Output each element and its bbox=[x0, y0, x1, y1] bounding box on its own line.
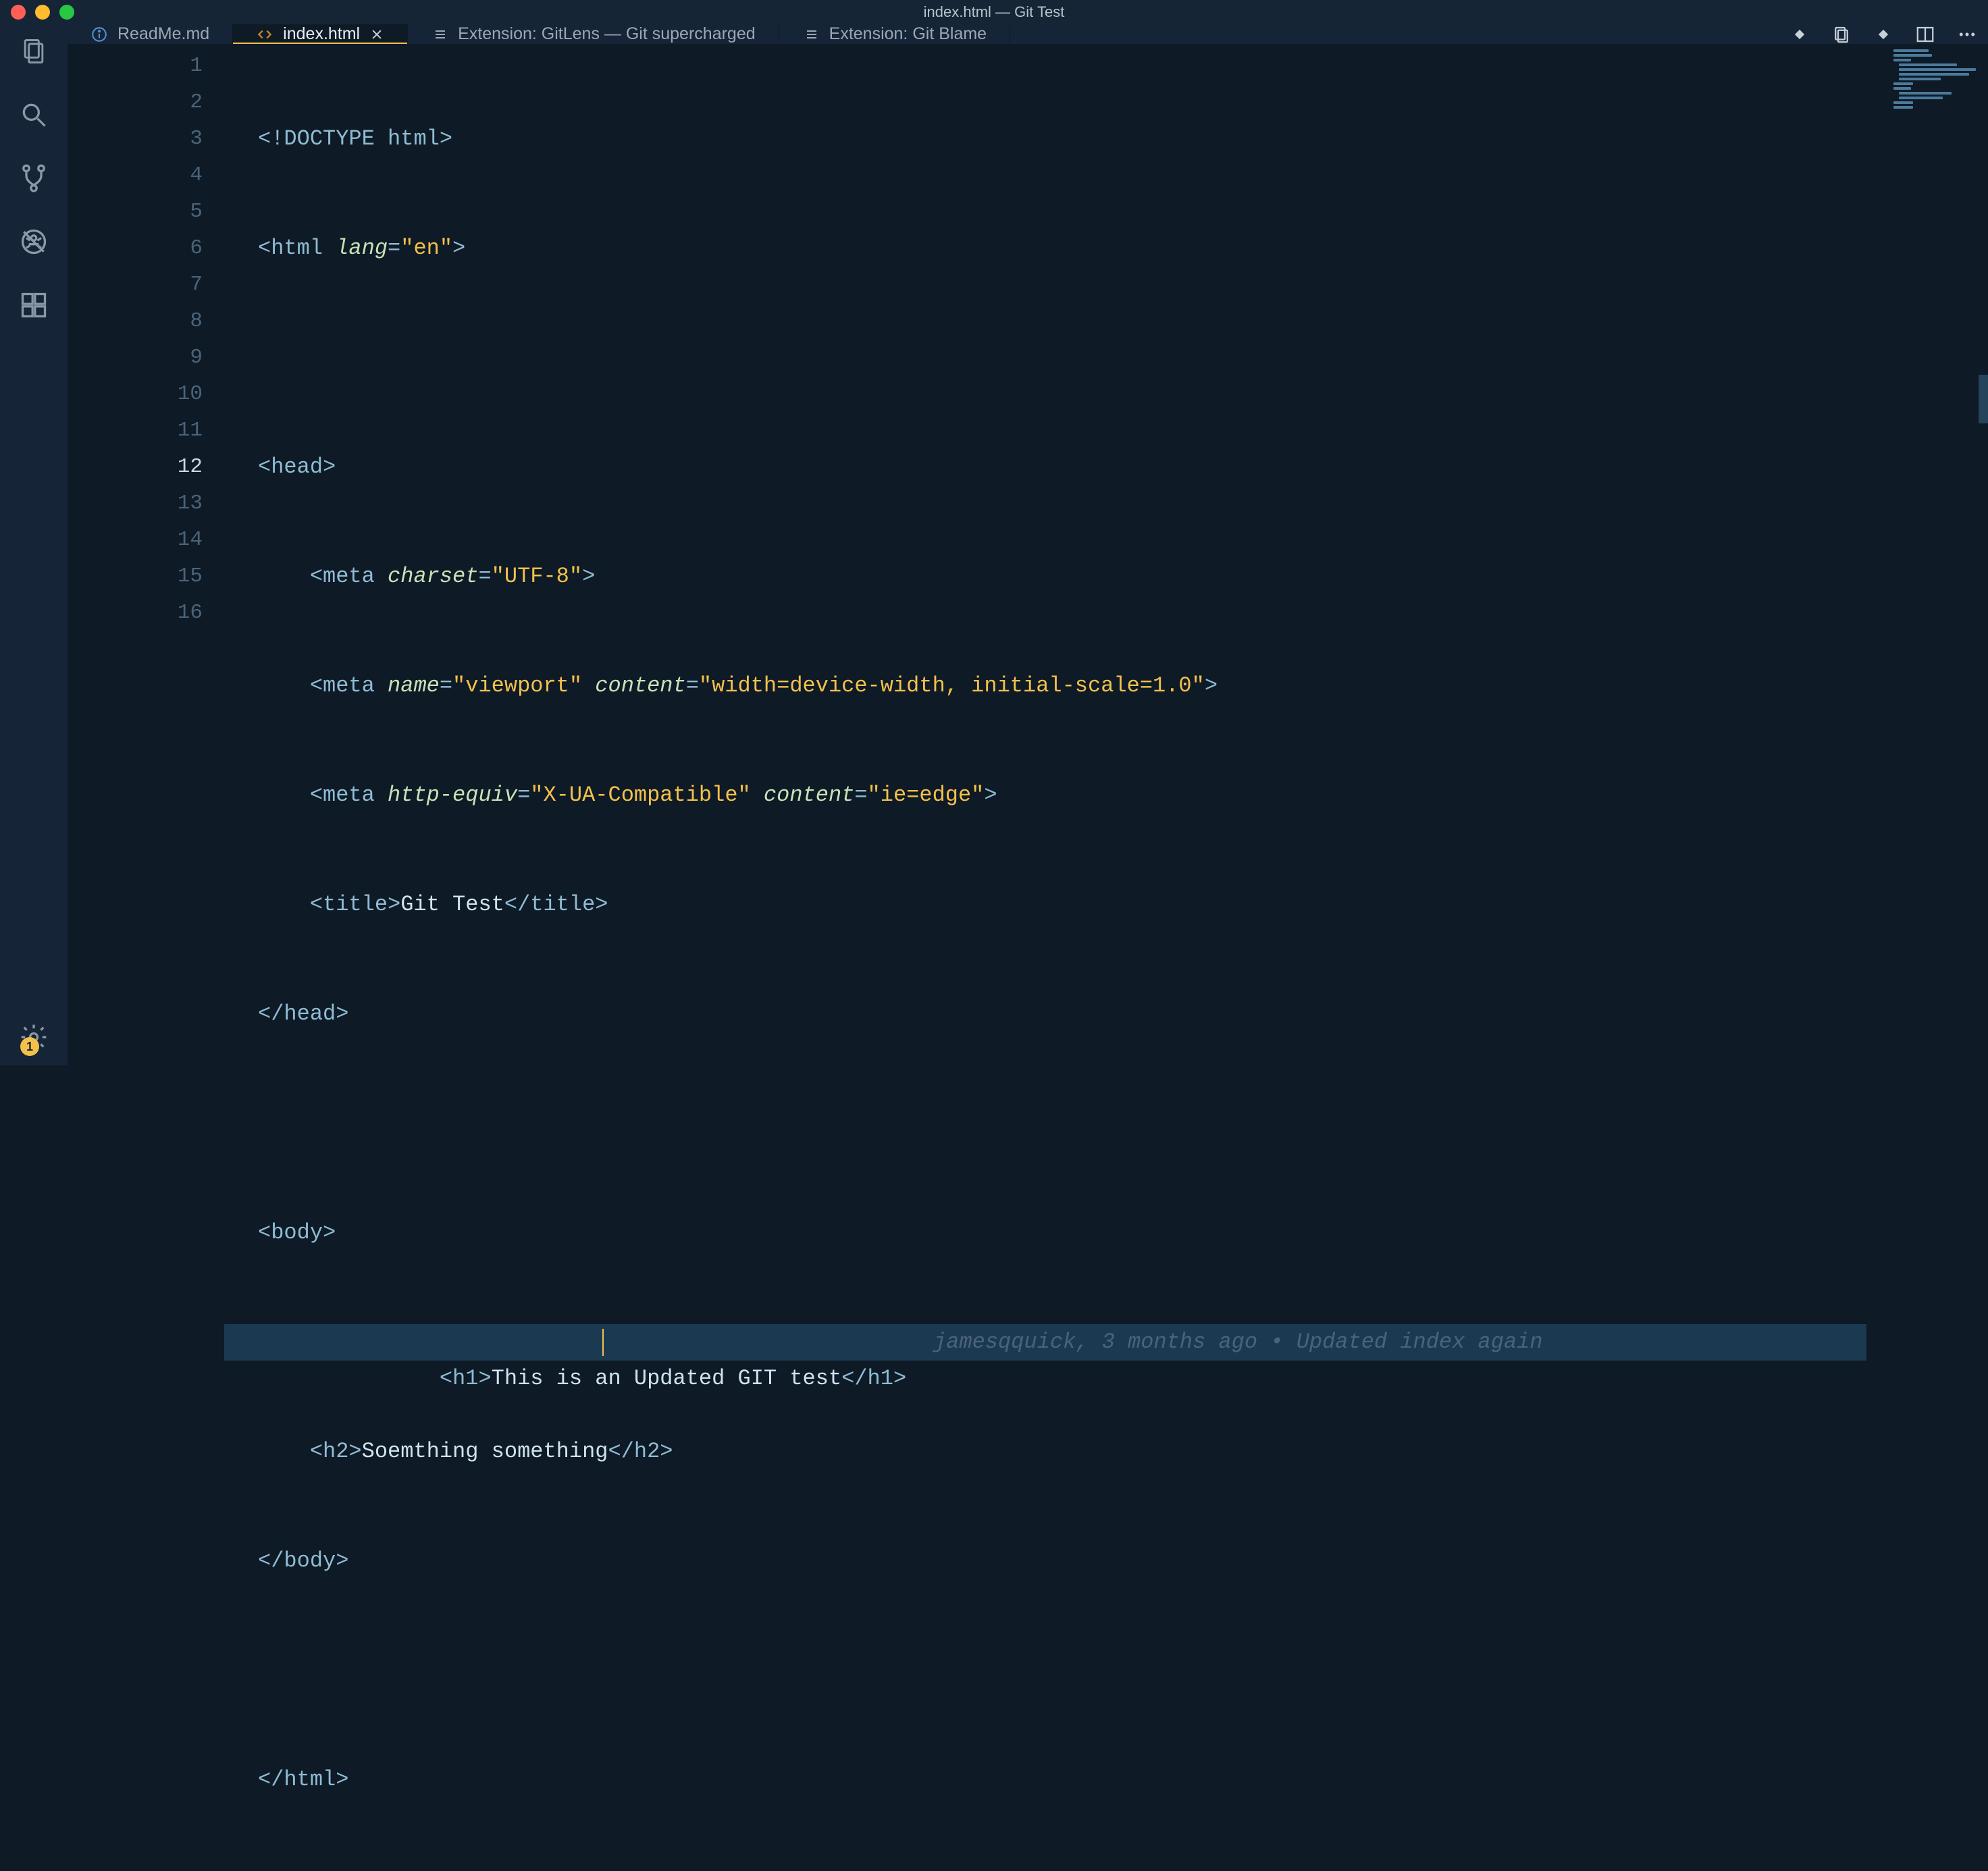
tab-index-html[interactable]: index.html bbox=[233, 24, 408, 44]
tab-label: index.html bbox=[283, 24, 360, 44]
line-number: 2 bbox=[68, 84, 203, 121]
code-line bbox=[224, 340, 1988, 376]
workbench: 1 ReadMe.md index.html bbox=[0, 24, 1988, 1065]
line-number: 5 bbox=[68, 194, 203, 230]
tab-label: Extension: GitLens — Git supercharged bbox=[458, 24, 756, 44]
tab-label: ReadMe.md bbox=[117, 24, 209, 44]
line-number: 11 bbox=[68, 413, 203, 449]
settings-badge: 1 bbox=[20, 1037, 39, 1056]
code-line: </body> bbox=[224, 1543, 1988, 1579]
code-line bbox=[224, 1652, 1988, 1689]
editor-actions bbox=[1788, 24, 1979, 44]
code-line: </head> bbox=[224, 996, 1988, 1032]
tab-label: Extension: Git Blame bbox=[829, 24, 987, 44]
close-icon[interactable] bbox=[369, 27, 384, 42]
code-line: <meta charset="UTF-8"> bbox=[224, 558, 1988, 595]
diamond-icon[interactable] bbox=[1788, 23, 1811, 46]
code-line: <!DOCTYPE html> bbox=[224, 121, 1988, 157]
tab-bar: ReadMe.md index.html Extension: GitLens … bbox=[68, 24, 1988, 44]
list-icon bbox=[802, 26, 820, 43]
list-icon bbox=[431, 26, 448, 43]
tab-readme[interactable]: ReadMe.md bbox=[68, 24, 233, 44]
code-icon bbox=[256, 26, 273, 43]
tab-gitlens[interactable]: Extension: GitLens — Git supercharged bbox=[408, 24, 779, 44]
line-number: 15 bbox=[68, 558, 203, 595]
code-line bbox=[224, 1105, 1988, 1142]
code-line-current: <h1>This is an Updated GIT test</h1> jam… bbox=[224, 1324, 1866, 1361]
info-icon bbox=[90, 26, 108, 43]
line-number-gutter: 1 2 3 4 5 6 7 8 9 10 11 12 13 14 15 16 bbox=[68, 44, 224, 1871]
line-number: 7 bbox=[68, 267, 203, 303]
activity-bar: 1 bbox=[0, 24, 68, 1065]
code-line: <h2>Soemthing something</h2> bbox=[224, 1433, 1988, 1470]
line-number: 8 bbox=[68, 303, 203, 340]
search-icon[interactable] bbox=[18, 99, 50, 131]
line-number: 14 bbox=[68, 522, 203, 558]
settings-gear-icon[interactable]: 1 bbox=[18, 1021, 50, 1053]
line-number: 13 bbox=[68, 485, 203, 522]
extensions-icon[interactable] bbox=[18, 289, 50, 321]
line-number: 16 bbox=[68, 595, 203, 631]
line-number: 12 bbox=[68, 449, 203, 485]
code-line: <head> bbox=[224, 449, 1988, 485]
window-title: index.html — Git Test bbox=[0, 3, 1988, 21]
tab-gitblame[interactable]: Extension: Git Blame bbox=[779, 24, 1010, 44]
editor[interactable]: 1 2 3 4 5 6 7 8 9 10 11 12 13 14 15 16 <… bbox=[68, 44, 1988, 1871]
editor-main: ReadMe.md index.html Extension: GitLens … bbox=[68, 24, 1988, 1065]
scm-icon[interactable] bbox=[18, 162, 50, 194]
line-number: 3 bbox=[68, 121, 203, 157]
repo-icon[interactable] bbox=[1830, 23, 1853, 46]
explorer-icon[interactable] bbox=[18, 35, 50, 68]
code-line: <meta name="viewport" content="width=dev… bbox=[224, 668, 1988, 704]
more-icon[interactable] bbox=[1956, 23, 1979, 46]
debug-icon[interactable] bbox=[18, 226, 50, 258]
overview-ruler-mark bbox=[1979, 375, 1988, 423]
code-line: <title>Git Test</title> bbox=[224, 887, 1988, 923]
diamond2-icon[interactable] bbox=[1872, 23, 1895, 46]
code-area[interactable]: <!DOCTYPE html> <html lang="en"> <head> … bbox=[224, 44, 1988, 1871]
code-line: <html lang="en"> bbox=[224, 230, 1988, 267]
split-icon[interactable] bbox=[1914, 23, 1937, 46]
code-line: <meta http-equiv="X-UA-Compatible" conte… bbox=[224, 777, 1988, 814]
line-number: 6 bbox=[68, 230, 203, 267]
line-number: 1 bbox=[68, 48, 203, 84]
text-cursor bbox=[602, 1329, 604, 1356]
code-line: <body> bbox=[224, 1215, 1988, 1251]
git-blame-annotation: jamesqquick, 3 months ago • Updated inde… bbox=[933, 1324, 1543, 1361]
line-number: 9 bbox=[68, 340, 203, 376]
line-number: 10 bbox=[68, 376, 203, 413]
line-number: 4 bbox=[68, 157, 203, 194]
minimap[interactable] bbox=[1887, 44, 1988, 105]
window-titlebar: index.html — Git Test bbox=[0, 0, 1988, 24]
code-line: </html> bbox=[224, 1762, 1988, 1798]
